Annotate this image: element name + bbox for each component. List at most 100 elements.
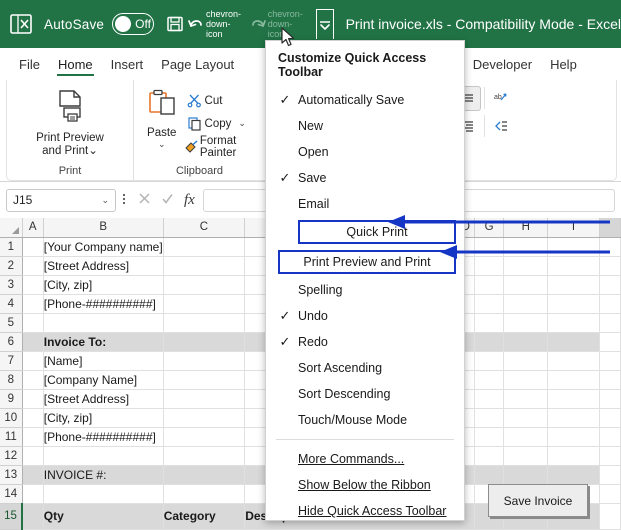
cell-j13[interactable] [599,465,621,485]
cell-g7[interactable] [474,351,505,371]
row-header-7[interactable]: 7 [0,351,23,371]
cell-g2[interactable] [474,256,505,276]
cell-b10[interactable]: [City, zip] [43,408,164,428]
cell-c14[interactable] [163,484,246,504]
menu-item-more-commands[interactable]: More Commands... [266,446,464,472]
undo-icon[interactable] [186,9,206,39]
cell-j12[interactable] [599,446,621,466]
cell-b1[interactable]: [Your Company name] [43,237,164,257]
row-header-5[interactable]: 5 [0,313,23,333]
cell-i1[interactable] [547,237,600,257]
menu-item-new[interactable]: New [266,113,464,139]
cell-i13[interactable] [547,465,600,485]
menu-item-open[interactable]: Open [266,139,464,165]
menu-item-spelling[interactable]: Spelling [266,277,464,303]
cell-i5[interactable] [547,313,600,333]
cell-g5[interactable] [474,313,505,333]
cell-g13[interactable] [474,465,505,485]
paste-button[interactable]: Paste ⌄ [140,84,184,149]
cell-i11[interactable] [547,427,600,447]
cell-g3[interactable] [474,275,505,295]
cell-c4[interactable] [163,294,246,314]
cell-i7[interactable] [547,351,600,371]
cell-h6[interactable] [503,332,549,352]
cell-j4[interactable] [599,294,621,314]
cell-a9[interactable] [22,389,44,409]
menu-item-touch-mouse-mode[interactable]: Touch/Mouse Mode [266,407,464,433]
select-all-corner[interactable] [0,218,23,238]
menu-item-email[interactable]: Email [266,191,464,217]
cell-c13[interactable] [163,465,246,485]
print-preview-caret-icon[interactable]: ⌄ [88,145,98,157]
save-invoice-button[interactable]: Save Invoice [488,484,588,517]
cell-h1[interactable] [503,237,549,257]
cell-h5[interactable] [503,313,549,333]
cell-g4[interactable] [474,294,505,314]
cell-g8[interactable] [474,370,505,390]
cell-g12[interactable] [474,446,505,466]
cell-a4[interactable] [22,294,44,314]
cancel-icon[interactable] [138,192,151,208]
cell-b5[interactable] [43,313,164,333]
cell-h2[interactable] [503,256,549,276]
cell-c11[interactable] [163,427,246,447]
cell-a14[interactable] [22,484,44,504]
cell-g10[interactable] [474,408,505,428]
cell-c10[interactable] [163,408,246,428]
column-header-a[interactable]: A [22,218,44,238]
menu-item-automatically-save[interactable]: ✓ Automatically Save [266,87,464,113]
cell-b6[interactable]: Invoice To: [43,332,164,352]
autosave-toggle[interactable]: Off [112,13,154,35]
cell-j9[interactable] [599,389,621,409]
cell-c5[interactable] [163,313,246,333]
cell-h3[interactable] [503,275,549,295]
cell-b7[interactable]: [Name] [43,351,164,371]
cell-i12[interactable] [547,446,600,466]
orientation-icon[interactable]: ab [488,86,514,111]
cell-j11[interactable] [599,427,621,447]
cell-a1[interactable] [22,237,44,257]
cell-a6[interactable] [22,332,44,352]
row-header-10[interactable]: 10 [0,408,23,428]
cell-i3[interactable] [547,275,600,295]
cell-c12[interactable] [163,446,246,466]
cell-a3[interactable] [22,275,44,295]
cell-i4[interactable] [547,294,600,314]
cell-h11[interactable] [503,427,549,447]
cell-h9[interactable] [503,389,549,409]
cell-c3[interactable] [163,275,246,295]
cell-b3[interactable]: [City, zip] [43,275,164,295]
cell-b14[interactable] [43,484,164,504]
insert-function-icon[interactable]: fx [184,192,195,209]
menu-item-quick-print[interactable]: Quick Print [266,217,464,247]
cell-h10[interactable] [503,408,549,428]
column-header-i[interactable]: I [547,218,600,238]
undo-caret-icon[interactable]: chevron-down-icon [206,9,242,39]
column-header-c[interactable]: C [163,218,246,238]
tab-insert[interactable]: Insert [102,54,153,78]
cell-a10[interactable] [22,408,44,428]
cell-c1[interactable] [163,237,246,257]
cell-a12[interactable] [22,446,44,466]
cell-a15[interactable] [22,503,44,530]
tab-developer[interactable]: Developer [464,54,541,78]
save-icon[interactable] [166,9,184,39]
cell-h12[interactable] [503,446,549,466]
cell-h8[interactable] [503,370,549,390]
row-header-13[interactable]: 13 [0,465,23,485]
tab-page-layout[interactable]: Page Layout [152,54,243,78]
cell-c8[interactable] [163,370,246,390]
cell-a2[interactable] [22,256,44,276]
cell-i8[interactable] [547,370,600,390]
cell-c9[interactable] [163,389,246,409]
copy-button[interactable]: Copy ⌄ [184,112,259,135]
print-preview-and-print-button[interactable]: Print Preview and Print⌄ [18,84,122,158]
row-header-4[interactable]: 4 [0,294,23,314]
menu-item-sort-descending[interactable]: Sort Descending [266,381,464,407]
cell-b11[interactable]: [Phone-##########] [43,427,164,447]
row-header-8[interactable]: 8 [0,370,23,390]
menu-item-save[interactable]: ✓ Save [266,165,464,191]
cell-c7[interactable] [163,351,246,371]
row-header-11[interactable]: 11 [0,427,23,447]
cell-c2[interactable] [163,256,246,276]
